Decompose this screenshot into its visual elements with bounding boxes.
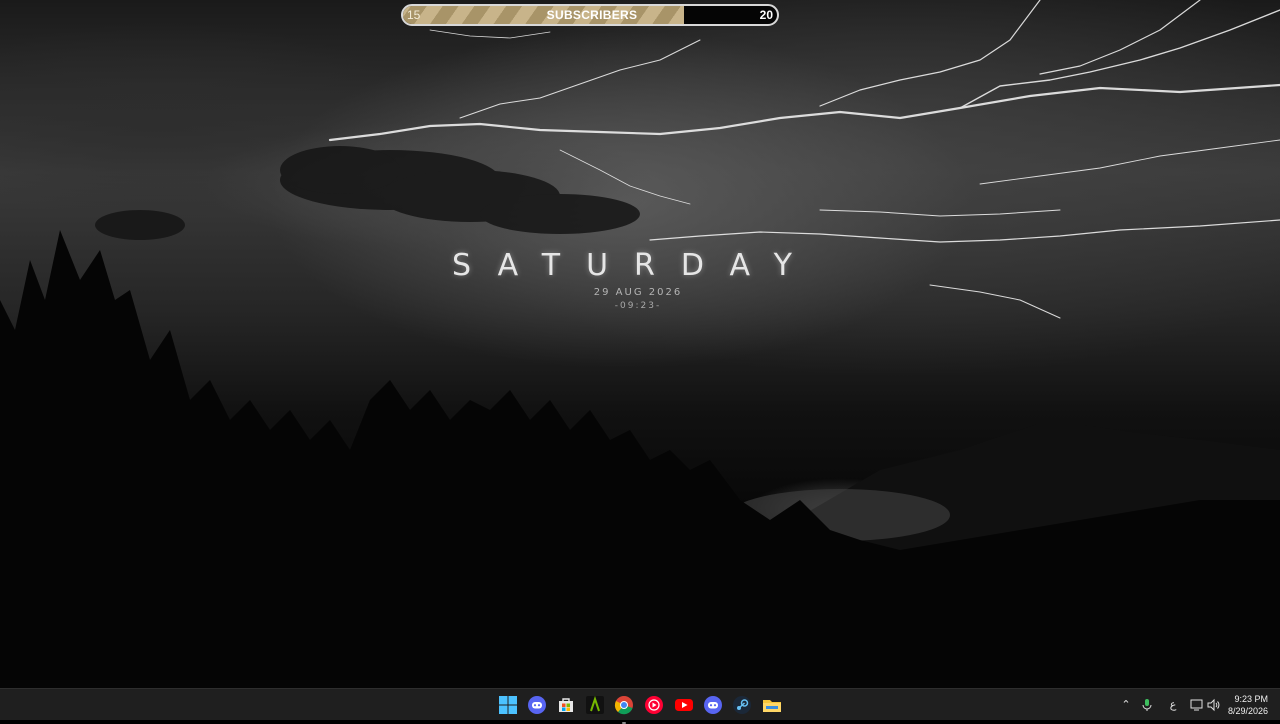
widget-time: -09:23- bbox=[614, 301, 662, 311]
widget-date: 29 AUG 2026 bbox=[593, 287, 683, 298]
taskbar-clock-time[interactable]: 9:23 PM bbox=[1208, 694, 1268, 704]
network-icon[interactable] bbox=[1190, 698, 1204, 712]
weekday-title: SATURDAY bbox=[451, 248, 818, 283]
youtube-music-icon[interactable] bbox=[644, 695, 664, 715]
taskbar: ⌃ ع 9:23 PM 8/29/2026 bbox=[0, 688, 1280, 724]
discord-icon[interactable] bbox=[527, 695, 547, 715]
discord-icon[interactable] bbox=[703, 695, 723, 715]
windows-start-icon[interactable] bbox=[498, 695, 518, 715]
youtube-icon[interactable] bbox=[674, 695, 694, 715]
storm-landscape bbox=[0, 0, 1280, 688]
subscriber-goal-count: 20 bbox=[759, 8, 773, 22]
subscriber-label: SUBSCRIBERS bbox=[546, 8, 638, 22]
nvidia-app-icon[interactable] bbox=[585, 695, 605, 715]
steam-icon[interactable] bbox=[732, 695, 752, 715]
chrome-icon[interactable] bbox=[614, 695, 634, 724]
chevron-up-icon[interactable]: ⌃ bbox=[1119, 698, 1133, 712]
keyboard-language-indicator[interactable]: ع bbox=[1166, 698, 1180, 712]
microphone-icon[interactable] bbox=[1140, 698, 1154, 712]
subscriber-progress-bar: 15 SUBSCRIBERS 20 bbox=[401, 4, 779, 26]
taskbar-clock-date[interactable]: 8/29/2026 bbox=[1208, 706, 1268, 716]
microsoft-store-icon[interactable] bbox=[556, 695, 576, 715]
desktop-wallpaper bbox=[0, 0, 1280, 688]
file-explorer-icon[interactable] bbox=[762, 695, 782, 715]
